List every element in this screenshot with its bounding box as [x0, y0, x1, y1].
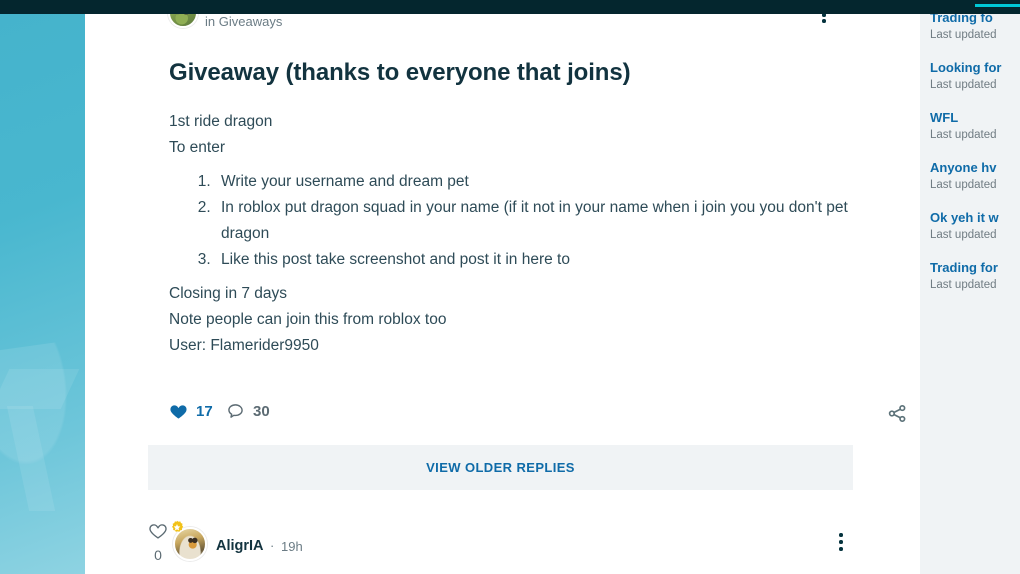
- reply-more-options-button[interactable]: [830, 533, 852, 555]
- sidebar-thread-title[interactable]: Trading fo: [930, 14, 1020, 25]
- post-body-line: Note people can join this from roblox to…: [169, 311, 447, 328]
- sidebar-thread-meta: Last updated: [930, 29, 997, 41]
- post-category-link[interactable]: Giveaways: [219, 14, 283, 29]
- sidebar-thread-meta: Last updated: [930, 279, 997, 291]
- reply-like-count: 0: [154, 547, 162, 563]
- more-vertical-icon: [839, 540, 843, 544]
- list-item: Write your username and dream pet: [215, 169, 889, 195]
- reply-row: 0 AligrIA · 19h: [85, 511, 920, 574]
- list-item[interactable]: Trading for Last updated: [920, 260, 1020, 293]
- more-vertical-icon: [839, 547, 843, 551]
- sidebar-thread-title[interactable]: Looking for: [930, 60, 1020, 75]
- sidebar-thread-meta: Last updated: [930, 229, 997, 241]
- sidebar-thread-title[interactable]: WFL: [930, 110, 1020, 125]
- post-body-line: To enter: [169, 139, 226, 156]
- app-header-bar: [0, 0, 1020, 14]
- post-body: 1st ride dragon To enter Write your user…: [169, 109, 889, 359]
- left-decorative-panel: [0, 14, 85, 574]
- like-button[interactable]: 17: [169, 402, 213, 421]
- comment-count: 30: [253, 403, 270, 420]
- right-sidebar: Trading fo Last updated Looking for Last…: [920, 14, 1020, 574]
- comment-button[interactable]: 30: [226, 402, 270, 421]
- list-item[interactable]: Looking for Last updated: [920, 60, 1020, 93]
- list-item: Like this post take screenshot and post …: [215, 247, 889, 273]
- view-older-replies-button[interactable]: VIEW OLDER REPLIES: [148, 445, 853, 490]
- share-icon: [888, 404, 906, 423]
- sidebar-thread-title[interactable]: Anyone hv: [930, 160, 1020, 175]
- reply-avatar-wrapper[interactable]: [172, 520, 207, 561]
- reply-like-button[interactable]: 0: [145, 521, 171, 563]
- post-body-line: 1st ride dragon: [169, 113, 273, 130]
- comment-icon: [228, 404, 243, 418]
- more-vertical-icon: [822, 19, 826, 23]
- list-item: In roblox put dragon squad in your name …: [215, 195, 889, 247]
- page-root: in Giveaways Giveaway (thanks to everyon…: [0, 0, 1020, 574]
- list-item[interactable]: Trading fo Last updated: [920, 14, 1020, 43]
- reply-username[interactable]: AligrIA: [216, 538, 264, 554]
- star-badge-icon: [172, 520, 184, 532]
- sidebar-thread-meta: Last updated: [930, 79, 997, 91]
- heart-filled-icon: [170, 405, 187, 419]
- post-reaction-bar: 17 30: [169, 392, 917, 438]
- main-content-column: in Giveaways Giveaway (thanks to everyon…: [85, 0, 920, 574]
- active-tab-indicator[interactable]: [975, 4, 1020, 7]
- reply-timestamp: 19h: [281, 539, 303, 554]
- post-category-row: in Giveaways: [205, 14, 282, 29]
- reply-separator: ·: [270, 538, 275, 553]
- list-item[interactable]: WFL Last updated: [920, 110, 1020, 143]
- more-vertical-icon: [839, 533, 843, 537]
- like-count: 17: [196, 403, 213, 420]
- sidebar-thread-meta: Last updated: [930, 129, 997, 141]
- sidebar-thread-title[interactable]: Ok yeh it w: [930, 210, 1020, 225]
- post-body-line: Closing in 7 days: [169, 285, 288, 302]
- view-older-replies-label: VIEW OLDER REPLIES: [426, 460, 575, 475]
- heart-outline-icon: [149, 524, 167, 539]
- post-body-line: User: Flamerider9950: [169, 337, 319, 354]
- sidebar-thread-title[interactable]: Trading for: [930, 260, 1020, 275]
- post-body-list: Write your username and dream pet In rob…: [169, 169, 889, 273]
- page-title: Giveaway (thanks to everyone that joins): [169, 59, 631, 86]
- share-button[interactable]: [887, 403, 909, 425]
- sidebar-thread-meta: Last updated: [930, 179, 997, 191]
- list-item[interactable]: Ok yeh it w Last updated: [920, 210, 1020, 243]
- post-category-prefix: in: [205, 14, 216, 29]
- list-item[interactable]: Anyone hv Last updated: [920, 160, 1020, 193]
